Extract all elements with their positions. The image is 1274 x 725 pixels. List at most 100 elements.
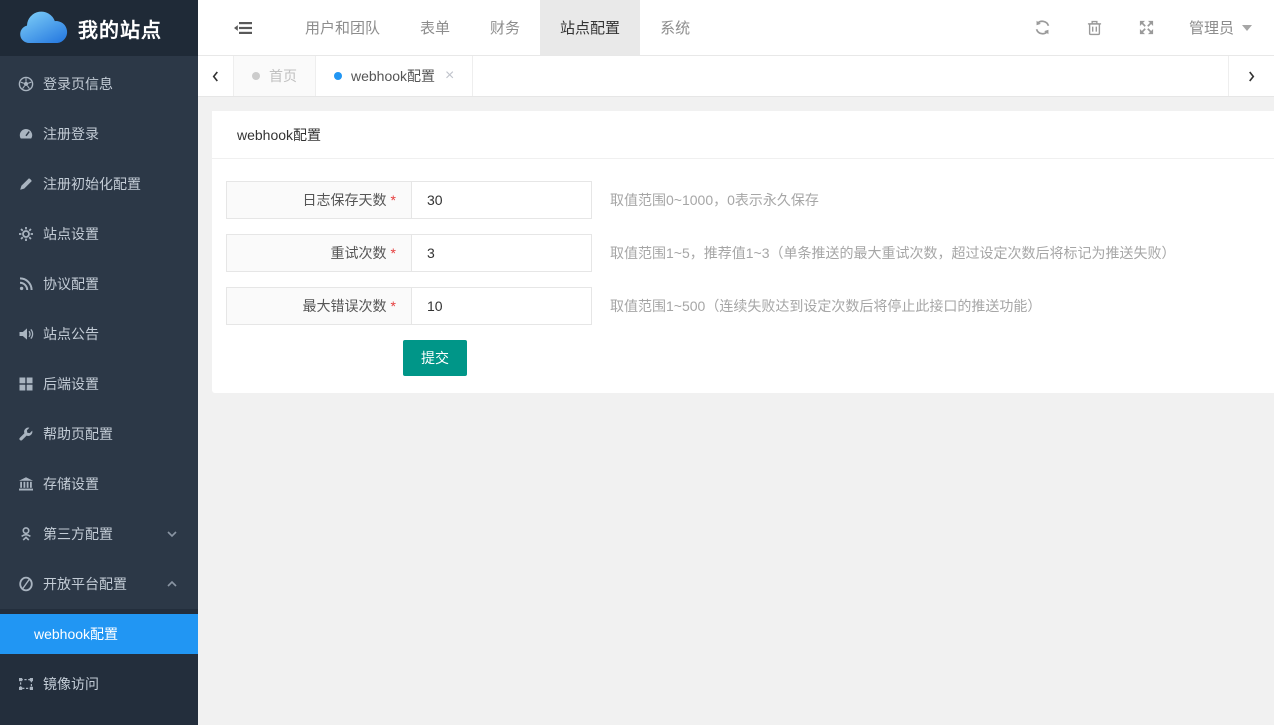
soccer-ball-icon [18,76,34,92]
sidebar-item-label: 站点公告 [43,324,178,344]
nav-item-label: 系统 [660,17,690,38]
tab-dot [252,72,260,80]
dashboard-icon [18,126,34,142]
wrench-icon [18,426,34,442]
field-label-text: 日志保存天数 [303,190,387,210]
field-input-wrap [411,234,592,272]
sidebar-item-label: 注册初始化配置 [43,174,178,194]
object-group-icon [18,676,34,692]
cloud-icon [16,9,70,48]
nav-item-finance[interactable]: 财务 [470,0,540,55]
gear-icon [18,226,34,242]
user-menu[interactable]: 管理员 [1189,17,1252,38]
person-icon [18,526,34,542]
required-mark: * [391,245,396,261]
sidebar-menu: 登录页信息 注册登录 注册初始化配置 站点设置 协议配置 站点公告 后端设置 [0,56,198,609]
pen-icon [18,176,34,192]
top-header: 用户和团队 表单 财务 站点配置 系统 管理员 [198,0,1274,56]
field-hint: 取值范围1~500（连续失败达到设定次数后将停止此接口的推送功能） [610,287,1041,325]
refresh-icon[interactable] [1034,19,1051,36]
speaker-icon [18,326,34,342]
close-icon[interactable]: × [445,68,454,84]
sidebar-item-protocol-config[interactable]: 协议配置 [0,259,198,309]
caret-down-icon [1242,25,1252,31]
sidebar-item-label: 第三方配置 [43,524,166,544]
top-nav: 用户和团队 表单 财务 站点配置 系统 [285,0,710,55]
retry-count-input[interactable] [412,235,591,271]
sidebar-item-site-settings[interactable]: 站点设置 [0,209,198,259]
nav-item-site-config[interactable]: 站点配置 [540,0,640,55]
sidebar-item-label: 镜像访问 [43,674,178,694]
nav-item-label: 表单 [420,17,450,38]
tab-label: 首页 [269,66,297,86]
sidebar-item-label: webhook配置 [34,624,118,644]
rss-icon [18,276,34,292]
field-label: 重试次数 * [226,234,412,272]
brand[interactable]: 我的站点 [0,0,198,56]
sidebar-item-register-init-config[interactable]: 注册初始化配置 [0,159,198,209]
form-row-max-errors: 最大错误次数 * 取值范围1~500（连续失败达到设定次数后将停止此接口的推送功… [226,287,1274,325]
submit-button[interactable]: 提交 [403,340,467,376]
menu-fold-icon[interactable] [234,20,252,36]
max-error-count-input[interactable] [412,288,591,324]
header-actions: 管理员 [999,17,1274,38]
webhook-config-card: webhook配置 日志保存天数 * 取值范围0~1000，0表示永久保存 重试… [212,111,1274,393]
user-name: 管理员 [1189,17,1234,38]
form-row-log-retention: 日志保存天数 * 取值范围0~1000，0表示永久保存 [226,181,1274,219]
sidebar-item-label: 协议配置 [43,274,178,294]
tab-label: webhook配置 [351,66,435,86]
tabs-scroll-right-button[interactable] [1228,56,1274,96]
nav-item-system[interactable]: 系统 [640,0,710,55]
sidebar-item-label: 登录页信息 [43,74,178,94]
webhook-config-form: 日志保存天数 * 取值范围0~1000，0表示永久保存 重试次数 * 取值范围1… [212,159,1274,376]
sidebar-item-label: 开放平台配置 [43,574,166,594]
submit-row: 提交 [403,340,1274,376]
log-retention-days-input[interactable] [412,182,591,218]
sidebar-item-mirror-access[interactable]: 镜像访问 [0,659,198,709]
form-row-retry-count: 重试次数 * 取值范围1~5，推荐值1~3（单条推送的最大重试次数，超过设定次数… [226,234,1274,272]
sidebar-item-label: 后端设置 [43,374,178,394]
tabs-scroll-left-button[interactable] [198,56,234,96]
sidebar: 我的站点 登录页信息 注册登录 注册初始化配置 站点设置 协议配置 站点公告 [0,0,198,725]
main-content: webhook配置 日志保存天数 * 取值范围0~1000，0表示永久保存 重试… [198,97,1274,725]
field-label: 最大错误次数 * [226,287,412,325]
tab-webhook-config[interactable]: webhook配置 × [316,56,473,96]
required-mark: * [391,298,396,314]
bank-icon [18,476,34,492]
sidebar-item-register-login[interactable]: 注册登录 [0,109,198,159]
sidebar-submenu: webhook配置 镜像访问 [0,609,198,725]
field-label-text: 重试次数 [331,243,387,263]
field-label: 日志保存天数 * [226,181,412,219]
field-label-text: 最大错误次数 [303,296,387,316]
tab-home[interactable]: 首页 [234,56,316,96]
sidebar-item-backend-settings[interactable]: 后端设置 [0,359,198,409]
nav-item-label: 站点配置 [560,17,620,38]
chevron-up-icon [166,578,178,590]
sidebar-item-label: 站点设置 [43,224,178,244]
fullscreen-icon[interactable] [1138,19,1155,36]
sidebar-item-third-party-config[interactable]: 第三方配置 [0,509,198,559]
field-input-wrap [411,287,592,325]
nav-item-users-teams[interactable]: 用户和团队 [285,0,400,55]
sidebar-item-storage-settings[interactable]: 存储设置 [0,459,198,509]
chevron-down-icon [166,528,178,540]
tab-dot [334,72,342,80]
grid-icon [18,376,34,392]
sidebar-item-open-platform-config[interactable]: 开放平台配置 [0,559,198,609]
chevron-left-icon [211,70,220,83]
sidebar-item-site-announcement[interactable]: 站点公告 [0,309,198,359]
sidebar-item-login-page-info[interactable]: 登录页信息 [0,59,198,109]
sidebar-item-label: 帮助页配置 [43,424,178,444]
nav-item-forms[interactable]: 表单 [400,0,470,55]
trash-icon[interactable] [1086,19,1103,36]
nav-item-label: 用户和团队 [305,17,380,38]
required-mark: * [391,192,396,208]
sidebar-item-webhook-config[interactable]: webhook配置 [0,614,198,654]
card-title: webhook配置 [212,111,1274,159]
sidebar-item-label: 注册登录 [43,124,178,144]
sidebar-item-label: 存储设置 [43,474,178,494]
field-input-wrap [411,181,592,219]
sidebar-item-help-page-config[interactable]: 帮助页配置 [0,409,198,459]
page-tabbar: 首页 webhook配置 × [198,56,1274,97]
field-hint: 取值范围1~5，推荐值1~3（单条推送的最大重试次数，超过设定次数后将标记为推送… [610,234,1176,272]
